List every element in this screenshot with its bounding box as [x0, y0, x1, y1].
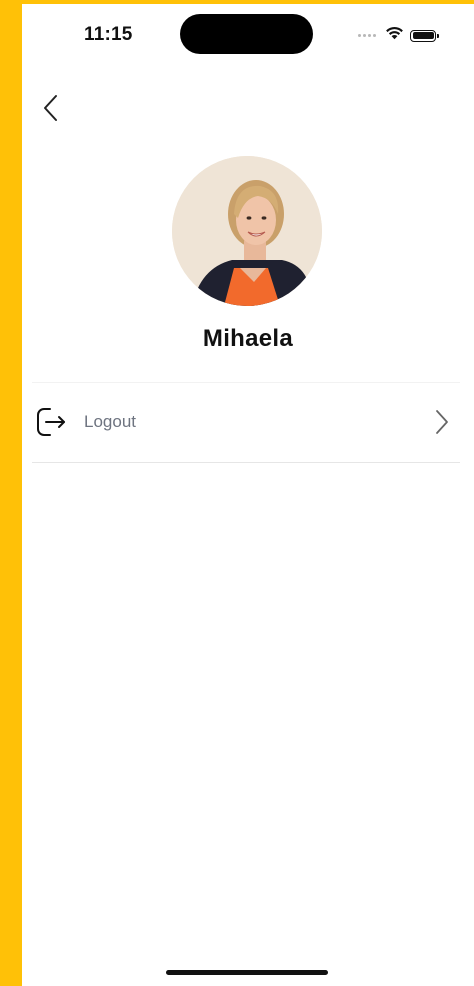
- profile-photo: [172, 156, 322, 306]
- app-screen: 11:15 Mihaela Logout: [22, 4, 474, 986]
- battery-icon: [410, 29, 439, 42]
- status-indicators: [358, 26, 439, 45]
- logout-icon: [34, 404, 70, 440]
- chevron-left-icon: [42, 93, 60, 128]
- chevron-right-icon: [432, 407, 452, 437]
- dynamic-island: [180, 14, 313, 54]
- status-time: 11:15: [84, 24, 133, 45]
- avatar: [172, 156, 322, 306]
- cellular-signal-icon: [358, 34, 376, 37]
- menu-divider-bottom: [32, 462, 460, 463]
- back-button[interactable]: [36, 90, 66, 130]
- logout-button[interactable]: Logout: [32, 384, 460, 460]
- profile-name: Mihaela: [202, 325, 294, 352]
- logout-label: Logout: [84, 412, 136, 431]
- menu-divider-top: [32, 382, 460, 383]
- wifi-icon: [385, 26, 404, 45]
- home-indicator[interactable]: [166, 970, 328, 975]
